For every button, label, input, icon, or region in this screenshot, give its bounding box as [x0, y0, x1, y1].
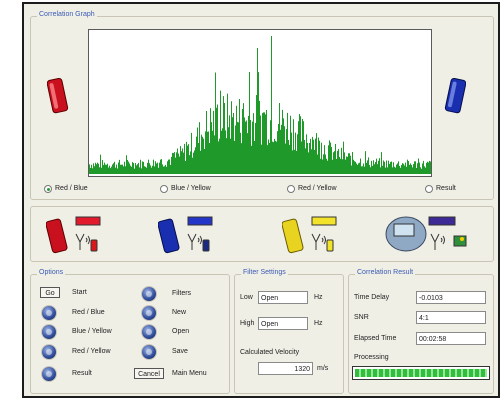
- receiver-unit-icon: [385, 216, 467, 252]
- blue-yellow-button-label: Blue / Yellow: [72, 328, 112, 335]
- filter-settings-title: Filter Settings: [241, 269, 288, 276]
- radio-result[interactable]: [425, 185, 433, 193]
- new-button[interactable]: [142, 306, 156, 320]
- radio-blue-yellow[interactable]: [160, 185, 168, 193]
- low-label: Low: [240, 294, 253, 301]
- red-yellow-button-label: Red / Yellow: [72, 348, 111, 355]
- yellow-sensor-unit-icon: [282, 216, 337, 254]
- go-button[interactable]: Go: [40, 287, 60, 298]
- high-label: High: [240, 320, 255, 327]
- low-unit: Hz: [314, 294, 323, 301]
- correlation-trace: [89, 36, 431, 174]
- blue-sensor-unit-icon: [158, 216, 213, 254]
- velocity-field: 1320: [258, 362, 313, 375]
- result-button[interactable]: [42, 367, 56, 381]
- snr-label: SNR: [354, 314, 369, 321]
- time-delay-field: -0.0103: [416, 291, 486, 304]
- radio-red-yellow-label: Red / Yellow: [298, 185, 337, 192]
- red-yellow-button[interactable]: [42, 345, 56, 359]
- red-sensor-unit-icon: [46, 216, 101, 254]
- red-blue-button[interactable]: [42, 306, 56, 320]
- high-unit: Hz: [314, 320, 323, 327]
- red-blue-button-label: Red / Blue: [72, 309, 105, 316]
- save-button-label: Save: [172, 348, 188, 355]
- filters-button[interactable]: [142, 287, 156, 301]
- elapsed-time-label: Elapsed Time: [354, 335, 397, 342]
- processing-progress-bar: [352, 366, 490, 380]
- low-input[interactable]: Open: [258, 291, 308, 304]
- new-button-label: New: [172, 309, 187, 316]
- correlation-graph-plot: [88, 29, 432, 177]
- cancel-button[interactable]: Cancel: [134, 368, 164, 379]
- high-input[interactable]: Open: [258, 317, 308, 330]
- radio-red-blue-label: Red / Blue: [55, 185, 88, 192]
- main-menu-label: Main Menu: [172, 370, 207, 377]
- radio-red-blue[interactable]: [44, 185, 52, 193]
- elapsed-time-field: 00:02:58: [416, 332, 486, 345]
- blue-yellow-button[interactable]: [42, 325, 56, 339]
- processing-progress-fill: [355, 369, 487, 377]
- result-button-label: Result: [72, 370, 92, 377]
- radio-blue-yellow-label: Blue / Yellow: [171, 185, 211, 192]
- snr-field: 4:1: [416, 311, 486, 324]
- filters-button-label: Filters: [172, 290, 192, 297]
- save-button[interactable]: [142, 345, 156, 359]
- correlation-graph-title: Correlation Graph: [37, 11, 97, 18]
- correlation-result-title: Correlation Result: [355, 269, 416, 276]
- blue-sensor-icon: [444, 77, 466, 114]
- open-button-label: Open: [172, 328, 190, 335]
- velocity-label: Calculated Velocity: [240, 349, 300, 356]
- time-delay-label: Time Delay: [354, 294, 390, 301]
- red-sensor-icon: [47, 77, 69, 114]
- open-button[interactable]: [142, 325, 156, 339]
- options-title: Options: [37, 269, 66, 276]
- start-label: Start: [72, 289, 87, 296]
- radio-red-yellow[interactable]: [287, 185, 295, 193]
- processing-label: Processing: [354, 354, 389, 361]
- app-window: Correlation Graph Red / Blue Blue / Yell…: [22, 2, 500, 398]
- radio-result-label: Result: [436, 185, 456, 192]
- velocity-unit: m/s: [317, 365, 329, 372]
